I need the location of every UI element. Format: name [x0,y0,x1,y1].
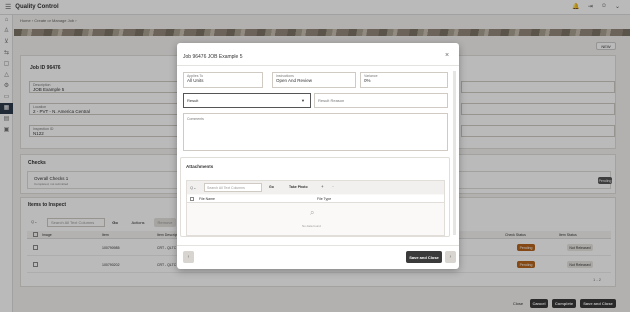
previous-button[interactable]: ‹ [183,251,194,263]
attachments-panel: Attachments Q⌄ Search All Text Columns G… [180,157,450,237]
job-modal: Job 96476 JOB Example 5 × Applies To All… [177,43,459,269]
comments-label: Comments [187,117,204,121]
dropdown-arrow-icon: ▼ [301,98,305,103]
col-file-type: File Type [317,197,332,201]
instructions-field[interactable]: Instructions Open And Review [272,72,356,88]
modal-footer-divider [177,245,459,246]
applies-to-value: All Units [187,78,204,83]
attachments-heading: Attachments [186,164,214,169]
result-label: Result [187,98,199,103]
take-photo-button[interactable]: Take Photo [289,185,308,189]
attachments-header: File Name File Type [187,195,444,203]
modal-title: Job 96476 JOB Example 5 [183,54,243,60]
attachments-toolbar: Q⌄ Search All Text Columns Go Take Photo… [187,181,444,194]
attachments-search-icon[interactable]: Q⌄ [190,185,196,190]
comments-textarea[interactable]: Comments [183,113,448,151]
empty-text: No data found [302,224,321,228]
next-button[interactable]: › [445,251,456,263]
result-reason-field[interactable]: Result Reason [314,93,448,108]
attachments-search-input[interactable]: Search All Text Columns [204,183,262,192]
instructions-value: Open And Review [276,78,313,83]
modal-save-and-close-button[interactable]: Save and Close [406,251,442,263]
modal-scrollbar[interactable] [453,71,456,235]
variance-value: 0% [364,78,371,83]
attachments-grid: Q⌄ Search All Text Columns Go Take Photo… [186,180,445,236]
empty-search-icon: ⌕ [310,208,315,217]
variance-field[interactable]: Variance 0% [360,72,448,88]
modal-divider [177,65,459,66]
col-file-name: File Name [199,197,215,201]
result-select[interactable]: Result ▼ [183,93,311,108]
applies-to-field[interactable]: Applies To All Units [183,72,263,88]
modal-close-icon[interactable]: × [445,52,449,59]
attachments-select-all[interactable] [190,197,194,201]
add-attachment-icon[interactable]: + [321,184,324,189]
attachments-go-button[interactable]: Go [269,185,274,189]
result-reason-label: Result Reason [318,98,345,103]
minus-icon[interactable]: − [332,184,334,189]
